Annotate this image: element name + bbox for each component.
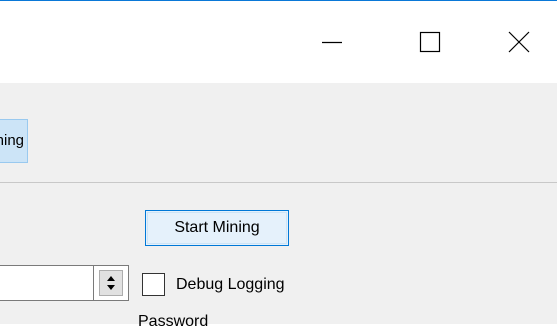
minimize-icon xyxy=(322,41,342,44)
spinner-up-button[interactable] xyxy=(100,271,122,283)
close-button[interactable] xyxy=(490,19,546,65)
spinner-buttons xyxy=(99,270,123,296)
tab-label: Mining xyxy=(0,132,24,149)
debug-logging-label: Debug Logging xyxy=(176,276,285,293)
tab-strip: Mining xyxy=(0,83,557,183)
arrow-up-icon xyxy=(107,276,115,281)
title-bar xyxy=(0,1,557,83)
debug-logging-checkbox[interactable] xyxy=(142,273,165,296)
password-label: Password xyxy=(138,313,209,330)
threads-input[interactable] xyxy=(0,265,93,301)
tab-mining[interactable]: Mining xyxy=(0,119,28,163)
minimize-button[interactable] xyxy=(298,19,354,65)
threads-spinner[interactable] xyxy=(93,265,129,301)
close-icon xyxy=(508,31,530,53)
maximize-icon xyxy=(419,31,441,53)
mining-panel xyxy=(0,183,557,324)
spinner-down-button[interactable] xyxy=(100,283,122,295)
arrow-down-icon xyxy=(107,285,115,290)
start-mining-button[interactable]: Start Mining xyxy=(145,210,289,246)
maximize-button[interactable] xyxy=(401,19,457,65)
